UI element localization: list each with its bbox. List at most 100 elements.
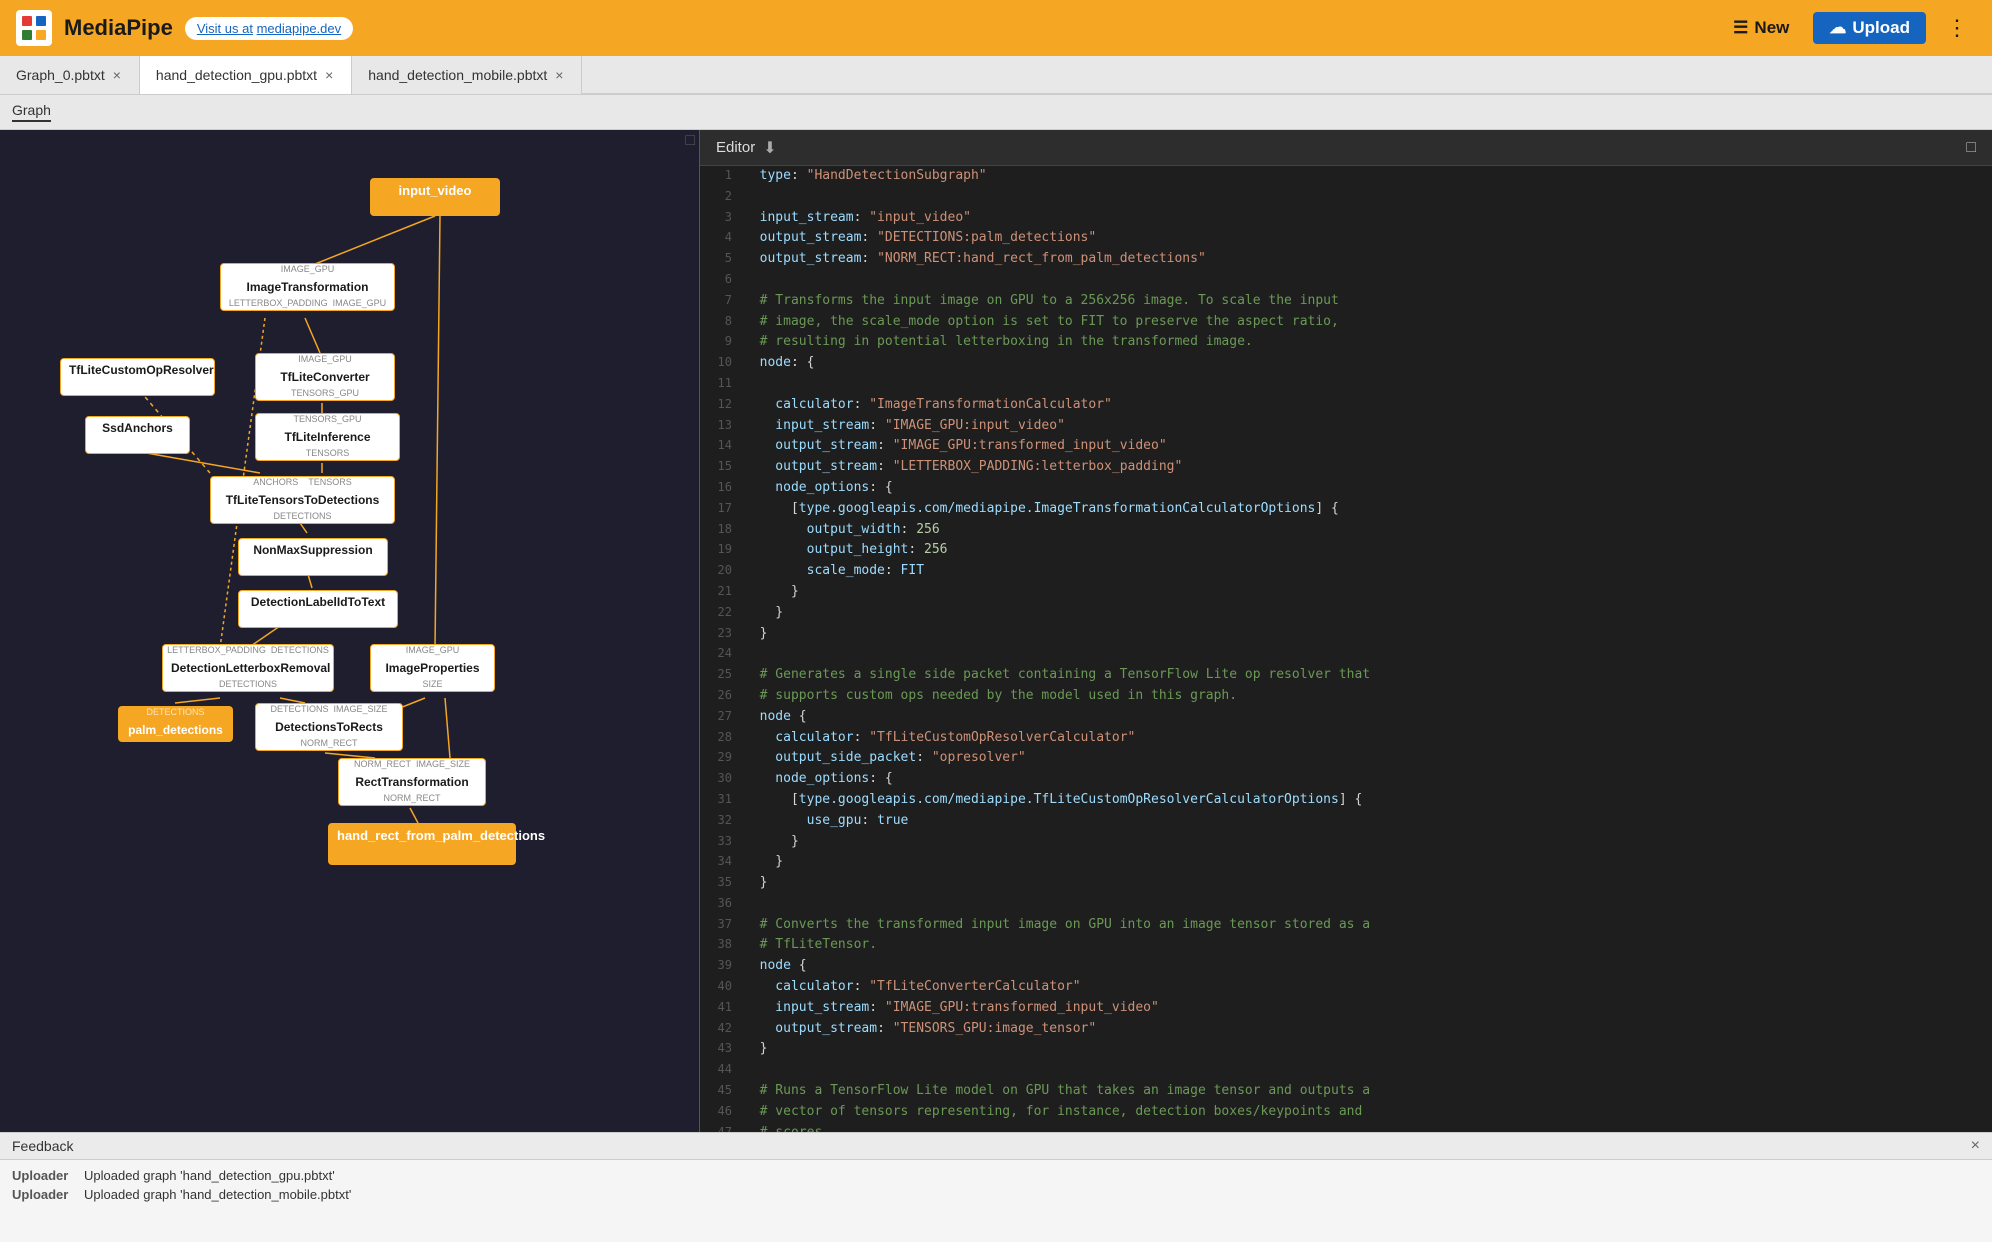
code-line: 12 calculator: "ImageTransformationCalcu…: [700, 395, 1992, 416]
node-palm-detections[interactable]: DETECTIONS palm_detections: [118, 706, 233, 742]
node-tflite-tensors-to-detections[interactable]: ANCHORS TENSORS TfLiteTensorsToDetection…: [210, 476, 395, 524]
code-editor[interactable]: 1 type: "HandDetectionSubgraph"2 3 input…: [700, 166, 1992, 1132]
code-line: 1 type: "HandDetectionSubgraph": [700, 166, 1992, 187]
line-number: 38: [708, 935, 744, 956]
node-ssd-anchors[interactable]: SsdAnchors: [85, 416, 190, 454]
line-number: 36: [708, 894, 744, 915]
line-number: 43: [708, 1039, 744, 1060]
node-rect-transformation[interactable]: NORM_RECT IMAGE_SIZE RectTransformation …: [338, 758, 486, 806]
line-content: # vector of tensors representing, for in…: [744, 1102, 1362, 1123]
code-line: 27 node {: [700, 707, 1992, 728]
line-content: node_options: {: [744, 769, 893, 790]
code-line: 19 output_height: 256: [700, 540, 1992, 561]
new-button[interactable]: ☰ New: [1721, 12, 1801, 44]
graph-collapse-button[interactable]: □: [685, 132, 695, 150]
line-content: }: [744, 832, 799, 853]
line-number: 22: [708, 603, 744, 624]
line-number: 10: [708, 353, 744, 374]
line-number: 2: [708, 187, 744, 208]
code-line: 43 }: [700, 1039, 1992, 1060]
line-content: node_options: {: [744, 478, 893, 499]
tab-close[interactable]: ×: [323, 68, 335, 82]
code-line: 8 # image, the scale_mode option is set …: [700, 312, 1992, 333]
line-content: output_stream: "IMAGE_GPU:transformed_in…: [744, 436, 1167, 457]
line-number: 9: [708, 332, 744, 353]
line-number: 15: [708, 457, 744, 478]
code-line: 35 }: [700, 873, 1992, 894]
node-image-transformation[interactable]: IMAGE_GPU ImageTransformation LETTERBOX_…: [220, 263, 395, 311]
line-content: node {: [744, 956, 807, 977]
code-line: 2: [700, 187, 1992, 208]
visit-link[interactable]: mediapipe.dev: [257, 21, 342, 36]
node-non-max-suppression[interactable]: NonMaxSuppression: [238, 538, 388, 576]
app-title: MediaPipe: [64, 15, 173, 41]
line-number: 35: [708, 873, 744, 894]
close-feedback-button[interactable]: ×: [1971, 1137, 1980, 1155]
code-line: 37 # Converts the transformed input imag…: [700, 915, 1992, 936]
line-content: }: [744, 582, 799, 603]
tab-hand-gpu[interactable]: hand_detection_gpu.pbtxt ×: [140, 56, 352, 94]
line-number: 5: [708, 249, 744, 270]
code-line: 13 input_stream: "IMAGE_GPU:input_video": [700, 416, 1992, 437]
app-logo: [16, 10, 52, 46]
line-number: 3: [708, 208, 744, 229]
line-number: 20: [708, 561, 744, 582]
line-content: # resulting in potential letterboxing in…: [744, 332, 1253, 353]
line-content: # Runs a TensorFlow Lite model on GPU th…: [744, 1081, 1370, 1102]
tab-close[interactable]: ×: [553, 68, 565, 82]
line-number: 11: [708, 374, 744, 395]
node-detection-letterbox-removal[interactable]: LETTERBOX_PADDING DETECTIONS DetectionLe…: [162, 644, 334, 692]
log-entry: Uploader Uploaded graph 'hand_detection_m…: [12, 1185, 1980, 1204]
tab-hand-mobile[interactable]: hand_detection_mobile.pbtxt ×: [352, 56, 582, 94]
line-content: calculator: "TfLiteConverterCalculator": [744, 977, 1081, 998]
node-image-properties[interactable]: IMAGE_GPU ImageProperties SIZE: [370, 644, 495, 692]
line-content: output_stream: "LETTERBOX_PADDING:letter…: [744, 457, 1182, 478]
graph-canvas: input_video IMAGE_GPU ImageTransformatio…: [0, 158, 699, 1132]
tabs-bar: Graph_0.pbtxt × hand_detection_gpu.pbtxt…: [0, 56, 1992, 94]
header: MediaPipe Visit us at mediapipe.dev ☰ Ne…: [0, 0, 1992, 56]
node-tflite-custom-op-resolver[interactable]: TfLiteCustomOpResolver: [60, 358, 215, 396]
tab-label: hand_detection_gpu.pbtxt: [156, 67, 317, 83]
tab-label: Graph_0.pbtxt: [16, 67, 105, 83]
code-line: 25 # Generates a single side packet cont…: [700, 665, 1992, 686]
line-content: }: [744, 1039, 767, 1060]
tab-graph0[interactable]: Graph_0.pbtxt ×: [0, 56, 140, 94]
code-line: 17 [type.googleapis.com/mediapipe.ImageT…: [700, 499, 1992, 520]
code-line: 20 scale_mode: FIT: [700, 561, 1992, 582]
tab-close[interactable]: ×: [111, 68, 123, 82]
log-source: Uploader: [12, 1187, 72, 1202]
log-entry: UploaderUploaded graph 'hand_detection_g…: [12, 1166, 1980, 1185]
node-hand-rect-from-palm-detections[interactable]: hand_rect_from_palm_detections: [328, 823, 516, 865]
code-line: 32 use_gpu: true: [700, 811, 1992, 832]
code-line: 28 calculator: "TfLiteCustomOpResolverCa…: [700, 728, 1992, 749]
editor-collapse-button[interactable]: □: [1966, 139, 1976, 157]
code-line: 39 node {: [700, 956, 1992, 977]
line-number: 47: [708, 1123, 744, 1132]
graph-view-tab[interactable]: Graph: [12, 102, 51, 122]
log-message: Uploaded graph 'hand_detection_mobile.pb…: [84, 1187, 351, 1202]
line-content: use_gpu: true: [744, 811, 908, 832]
node-detections-to-rects[interactable]: DETECTIONS IMAGE_SIZE DetectionsToRects …: [255, 703, 403, 751]
upload-button[interactable]: ☁ Upload: [1813, 12, 1926, 44]
line-content: [744, 270, 752, 291]
code-line: 40 calculator: "TfLiteConverterCalculato…: [700, 977, 1992, 998]
line-content: # Transforms the input image on GPU to a…: [744, 291, 1339, 312]
download-icon[interactable]: ⬇: [763, 138, 776, 158]
node-detection-label-id-to-text[interactable]: DetectionLabelIdToText: [238, 590, 398, 628]
line-content: node: {: [744, 353, 814, 374]
more-button[interactable]: ⋮: [1938, 11, 1976, 45]
line-number: 33: [708, 832, 744, 853]
node-input-video[interactable]: input_video: [370, 178, 500, 216]
line-number: 13: [708, 416, 744, 437]
code-line: 10 node: {: [700, 353, 1992, 374]
node-tflite-inference[interactable]: TENSORS_GPU TfLiteInference TENSORS: [255, 413, 400, 461]
node-tflite-converter[interactable]: IMAGE_GPU TfLiteConverter TENSORS_GPU: [255, 353, 395, 401]
line-content: # scores.: [744, 1123, 830, 1132]
visit-badge: Visit us at mediapipe.dev: [185, 17, 353, 40]
code-line: 3 input_stream: "input_video": [700, 208, 1992, 229]
line-number: 16: [708, 478, 744, 499]
line-number: 14: [708, 436, 744, 457]
code-line: 29 output_side_packet: "opresolver": [700, 748, 1992, 769]
line-content: [type.googleapis.com/mediapipe.ImageTran…: [744, 499, 1339, 520]
graph-panel: □: [0, 130, 700, 1132]
